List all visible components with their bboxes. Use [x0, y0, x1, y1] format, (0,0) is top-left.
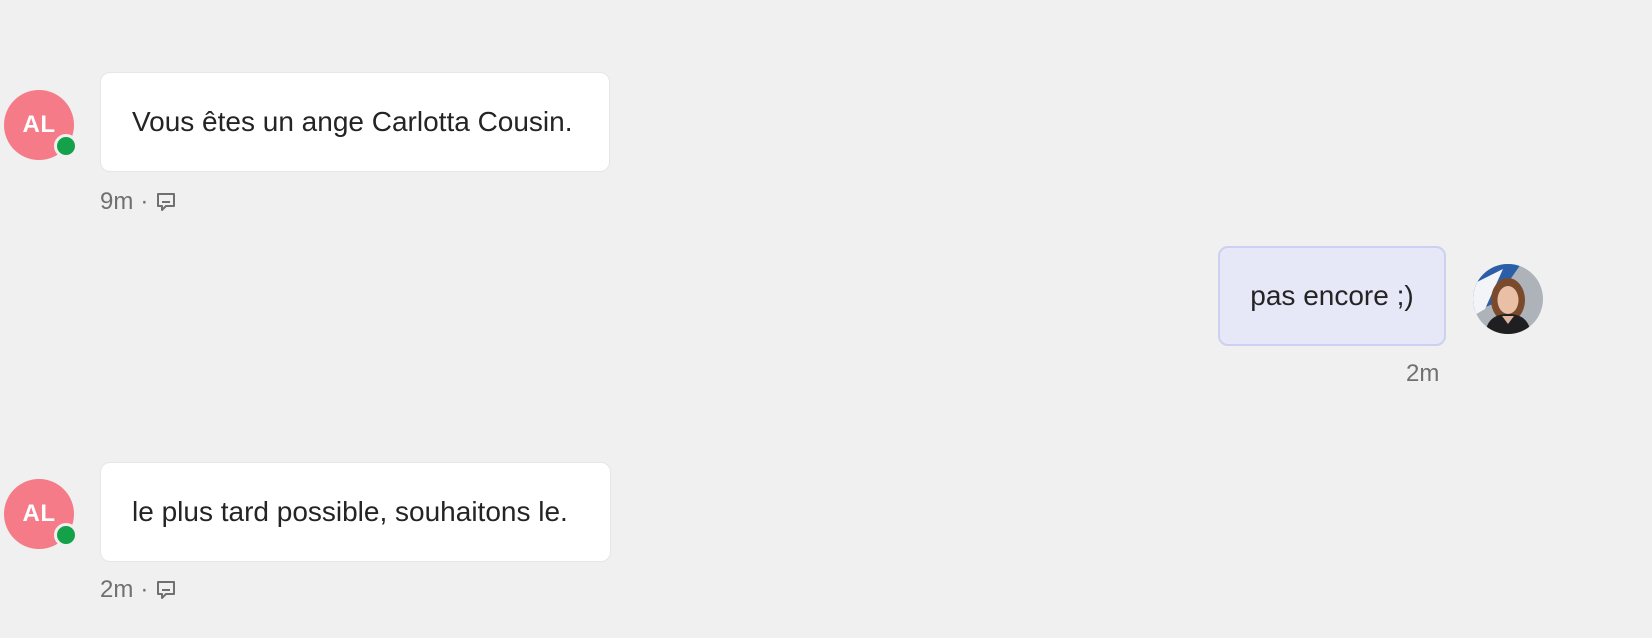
- message-bubble[interactable]: le plus tard possible, souhaitons le.: [100, 462, 611, 562]
- avatar-initials: AL: [22, 111, 56, 138]
- message-text: le plus tard possible, souhaitons le.: [132, 496, 568, 527]
- message-timestamp: 9m: [100, 188, 134, 215]
- sender-avatar[interactable]: AL: [4, 90, 78, 160]
- own-avatar-photo[interactable]: [1473, 264, 1543, 334]
- message-timestamp: 2m: [100, 576, 134, 603]
- message-meta: 2m: [1406, 360, 1439, 388]
- meta-separator: ·: [140, 576, 149, 603]
- meta-separator: ·: [140, 188, 149, 215]
- sender-avatar[interactable]: AL: [4, 479, 78, 549]
- message-meta: 2m ·: [100, 576, 177, 604]
- message-text: Vous êtes un ange Carlotta Cousin.: [132, 106, 573, 137]
- presence-available-icon: [54, 523, 78, 547]
- message-bubble-own[interactable]: pas encore ;): [1218, 246, 1446, 346]
- presence-available-icon: [54, 134, 78, 158]
- message-meta: 9m ·: [100, 188, 177, 216]
- message-text: pas encore ;): [1250, 280, 1414, 311]
- chat-bubble-reply-icon[interactable]: [155, 579, 177, 601]
- message-bubble[interactable]: Vous êtes un ange Carlotta Cousin.: [100, 72, 610, 172]
- avatar-initials: AL: [22, 500, 56, 527]
- message-timestamp: 2m: [1406, 360, 1440, 387]
- chat-bubble-reply-icon[interactable]: [155, 191, 177, 213]
